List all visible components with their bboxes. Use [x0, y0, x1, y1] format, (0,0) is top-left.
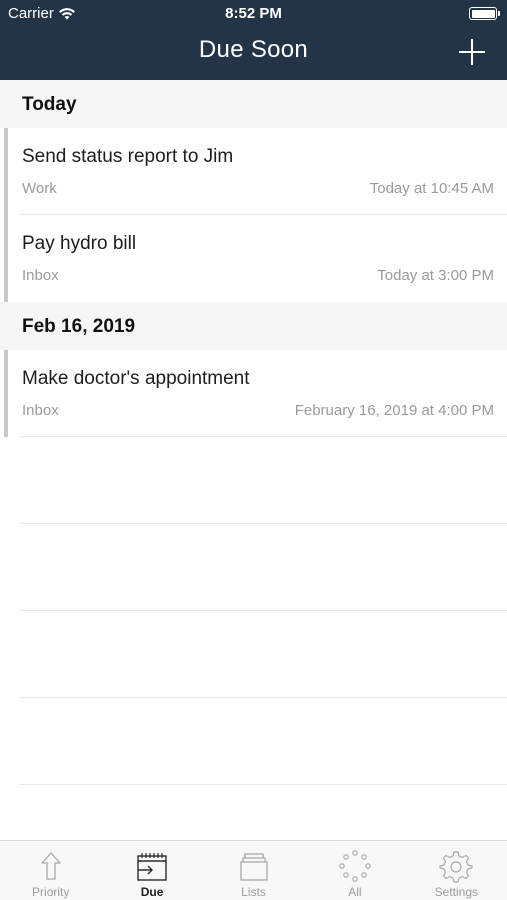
tab-label: Due: [140, 885, 164, 899]
section-header-label: Today: [22, 94, 77, 115]
task-list-name: Inbox: [22, 402, 59, 419]
calendar-icon: [137, 853, 167, 881]
battery-icon: [469, 7, 500, 20]
tab-label: Settings: [434, 885, 478, 899]
empty-row-divider: [20, 610, 507, 611]
empty-row-divider: [20, 697, 507, 698]
stack-icon: [239, 853, 268, 881]
tab-bar: Priority Due Lists All Settings: [0, 840, 507, 900]
priority-indicator: [4, 350, 8, 437]
page-title: Due Soon: [198, 36, 309, 63]
row-divider: [20, 436, 507, 437]
dots-circle-icon: [339, 850, 371, 882]
task-row[interactable]: Make doctor's appointment Inbox February…: [0, 350, 507, 437]
tab-all[interactable]: All: [304, 841, 405, 900]
tab-settings[interactable]: Settings: [406, 841, 507, 900]
navigation-header: Carrier 8:52 PM Due Soon: [0, 0, 507, 80]
section-header-label: Feb 16, 2019: [22, 316, 136, 337]
arrow-up-icon: [41, 852, 61, 880]
task-title: Make doctor's appointment: [22, 368, 250, 389]
tab-due[interactable]: Due: [101, 841, 202, 900]
task-title: Send status report to Jim: [22, 146, 234, 167]
tab-label: Lists: [241, 885, 266, 899]
task-list-name: Inbox: [22, 267, 59, 284]
priority-indicator: [4, 215, 8, 302]
tab-label: All: [348, 885, 362, 899]
task-row[interactable]: Send status report to Jim Work Today at …: [0, 128, 507, 215]
empty-row-divider: [20, 523, 507, 524]
empty-row-divider: [20, 784, 507, 785]
gear-icon: [439, 851, 473, 883]
priority-indicator: [4, 128, 8, 215]
task-due-date: February 16, 2019 at 4:00 PM: [294, 402, 494, 419]
status-bar: Carrier 8:52 PM: [0, 0, 507, 28]
task-row[interactable]: Pay hydro bill Inbox Today at 3:00 PM: [0, 215, 507, 302]
tab-label: Priority: [32, 885, 70, 899]
clock: 8:52 PM: [225, 5, 282, 22]
tab-priority[interactable]: Priority: [0, 841, 101, 900]
add-task-button[interactable]: [459, 39, 485, 65]
section-header-today: Today: [0, 80, 507, 128]
task-title: Pay hydro bill: [22, 233, 137, 254]
task-due-date: Today at 10:45 AM: [369, 180, 494, 197]
task-list-name: Work: [22, 180, 57, 197]
tab-lists[interactable]: Lists: [203, 841, 304, 900]
task-due-date: Today at 3:00 PM: [377, 267, 494, 284]
section-header-date: Feb 16, 2019: [0, 302, 507, 350]
